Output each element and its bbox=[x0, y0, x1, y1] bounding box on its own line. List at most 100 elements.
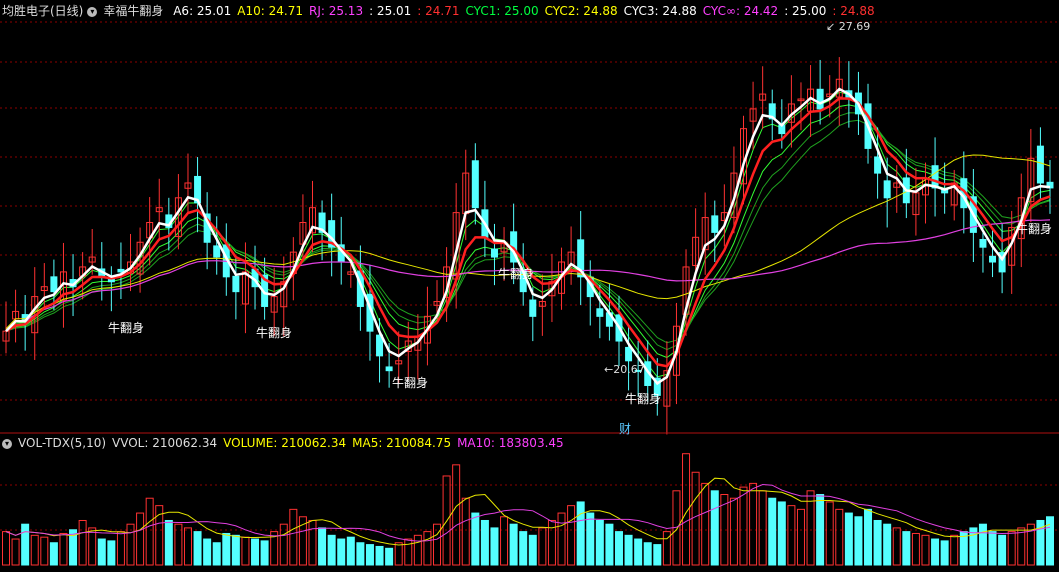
volume-bar bbox=[902, 531, 911, 566]
volume-bar bbox=[394, 542, 403, 566]
cyc-line bbox=[5, 104, 1051, 359]
candle-down bbox=[883, 180, 891, 199]
volume-bar bbox=[11, 538, 20, 566]
signal-label: 牛翻身 bbox=[1016, 222, 1053, 236]
volume-bar bbox=[49, 542, 58, 566]
volume-bar bbox=[212, 542, 221, 566]
candle-down bbox=[989, 255, 997, 263]
indicator-name[interactable]: 幸福牛翻身 bbox=[103, 4, 163, 18]
volume-bar bbox=[40, 536, 49, 566]
candle-down bbox=[385, 366, 393, 372]
volume-bar bbox=[404, 538, 413, 566]
volume-bar bbox=[749, 482, 758, 566]
header-value: CYC∞: 24.42 bbox=[702, 4, 779, 18]
volume-bar bbox=[950, 534, 959, 566]
volume-bar bbox=[595, 519, 604, 566]
settings-icon[interactable]: ▾ bbox=[87, 6, 98, 17]
volume-bar bbox=[2, 531, 10, 566]
volume-header: ▾ VOL-TDX(5,10) VVOL: 210062.34 VOLUME: 210… bbox=[2, 434, 576, 452]
volume-bar bbox=[576, 501, 585, 566]
volume-bar bbox=[480, 519, 489, 566]
volume-bar bbox=[835, 508, 844, 566]
volume-bar bbox=[500, 516, 509, 566]
candle-down bbox=[596, 308, 604, 317]
volume-values: VOL-TDX(5,10) VVOL: 210062.34 VOLUME: 2100… bbox=[18, 436, 570, 450]
volume-bar bbox=[614, 531, 623, 566]
header-value: VVOL: 210062.34 bbox=[112, 436, 218, 450]
volume-bar bbox=[691, 471, 700, 566]
signal-label: 牛翻身 bbox=[625, 392, 662, 406]
volume-bar bbox=[289, 508, 298, 566]
volume-bar bbox=[145, 497, 154, 566]
candle-down bbox=[711, 215, 719, 233]
volume-bar bbox=[978, 523, 987, 566]
signal-label: 牛翻身 bbox=[392, 376, 429, 390]
indicator-values: A6: 25.01 A10: 24.71 RJ: 25.13: 25.01: 24.… bbox=[173, 4, 880, 18]
volume-bar bbox=[701, 482, 710, 566]
volume-bar bbox=[844, 512, 853, 566]
low-price-label: 20.67 bbox=[613, 363, 645, 376]
finance-marker[interactable]: 财 bbox=[619, 420, 631, 437]
volume-bar bbox=[892, 527, 901, 566]
candle-down bbox=[816, 88, 824, 110]
cyc2-line bbox=[5, 154, 1051, 330]
volume-bar bbox=[787, 505, 796, 566]
volume-bar bbox=[356, 542, 365, 566]
volume-bar bbox=[97, 538, 106, 566]
volume-bar bbox=[1007, 531, 1016, 566]
volume-bar bbox=[1017, 527, 1026, 566]
volume-bar bbox=[777, 501, 786, 566]
volume-bar bbox=[164, 519, 173, 566]
cyc-line bbox=[5, 112, 1051, 351]
signal-label: 牛翻身 bbox=[108, 321, 145, 335]
header-value: MA5: 210084.75 bbox=[352, 436, 452, 450]
candle-down bbox=[529, 299, 537, 317]
cyc-ribbon bbox=[5, 91, 1051, 378]
volume-bar bbox=[739, 486, 748, 566]
candle-down bbox=[625, 346, 633, 362]
volume-bar bbox=[251, 538, 260, 566]
volume-bar bbox=[605, 523, 614, 566]
header-value: CYC3: 24.88 bbox=[623, 4, 697, 18]
header-value: : 24.71 bbox=[417, 4, 460, 18]
header-value: RJ: 25.13 bbox=[308, 4, 364, 18]
volume-bar bbox=[854, 516, 863, 566]
volume-bar bbox=[519, 531, 528, 566]
volume-bar bbox=[193, 531, 202, 566]
settings-icon[interactable]: ▾ bbox=[2, 438, 12, 449]
low-price-marker: ←20.67 bbox=[604, 363, 645, 376]
volume-bar bbox=[873, 519, 882, 566]
volume-bar bbox=[653, 544, 662, 566]
volume-bar bbox=[327, 534, 336, 566]
volume-bar bbox=[816, 494, 825, 566]
volume-bar bbox=[88, 527, 97, 566]
volume-bar bbox=[59, 532, 68, 566]
candle-down bbox=[213, 245, 221, 258]
volume-bar bbox=[509, 523, 518, 566]
stock-title[interactable]: 均胜电子(日线) bbox=[2, 4, 83, 18]
volume-bar bbox=[116, 531, 125, 566]
volume-bar bbox=[710, 490, 719, 566]
candle-down bbox=[1036, 145, 1044, 184]
chart-canvas bbox=[0, 21, 1059, 566]
candle-down bbox=[50, 276, 58, 293]
candle-down bbox=[232, 275, 240, 293]
volume-bar bbox=[203, 538, 212, 566]
volume-bar bbox=[911, 532, 920, 566]
volume-bar bbox=[931, 538, 940, 566]
volume-bar bbox=[634, 538, 643, 566]
volume-bar bbox=[21, 523, 30, 566]
volume-bar bbox=[768, 497, 777, 566]
volume-bar bbox=[308, 519, 317, 566]
volume-bar bbox=[461, 497, 470, 566]
volume-bar bbox=[318, 527, 327, 566]
header-value: VOL-TDX(5,10) bbox=[18, 436, 107, 450]
volume-bar bbox=[385, 547, 394, 566]
cyc-line bbox=[5, 119, 1051, 344]
volume-bar bbox=[452, 464, 461, 566]
volume-bar bbox=[260, 540, 269, 566]
volume-bar bbox=[557, 512, 566, 566]
volume-bar bbox=[538, 527, 547, 566]
header-value: MA10: 183803.45 bbox=[457, 436, 564, 450]
volume-bars bbox=[2, 453, 1054, 566]
